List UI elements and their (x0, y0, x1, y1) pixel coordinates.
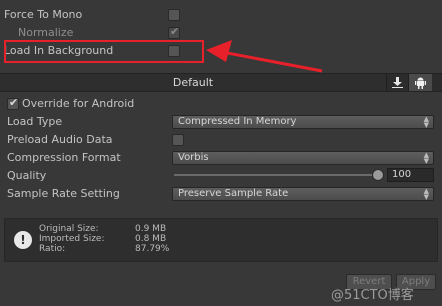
quality-slider-thumb[interactable] (372, 169, 384, 181)
imported-size-label: Imported Size: (39, 234, 105, 244)
quality-input[interactable]: 100 (387, 168, 434, 182)
override-checkbox[interactable] (7, 96, 19, 110)
load-type-value: Compressed In Memory (178, 116, 297, 127)
sample-rate-dropdown[interactable]: Preserve Sample Rate ▲ ▼ (172, 187, 434, 201)
original-size-value: 0.9 MB (135, 224, 167, 234)
dropdown-caret-icon: ▲ ▼ (423, 115, 429, 129)
quality-label: Quality (7, 169, 47, 182)
platform-tab-bar: Default (0, 73, 442, 92)
compression-format-label: Compression Format (7, 151, 121, 164)
sample-rate-label: Sample Rate Setting (7, 187, 120, 200)
tab-default[interactable]: Default (0, 74, 386, 91)
ratio-value: 87.79% (135, 244, 170, 254)
import-info-panel: ! Original Size: 0.9 MB Imported Size: 0… (4, 218, 438, 262)
android-icon[interactable] (408, 74, 432, 91)
sample-rate-value: Preserve Sample Rate (178, 188, 289, 199)
info-icon: ! (14, 231, 32, 249)
original-size-label: Original Size: (39, 224, 99, 234)
dropdown-caret-icon: ▲ ▼ (423, 187, 429, 201)
watermark: @51CTO博客 (331, 288, 414, 303)
load-type-label: Load Type (7, 115, 63, 128)
compression-format-dropdown[interactable]: Vorbis ▲ ▼ (172, 151, 434, 165)
preload-audio-checkbox[interactable] (172, 134, 184, 146)
override-label: Override for Android (22, 97, 135, 110)
imported-size-value: 0.8 MB (135, 234, 167, 244)
load-type-dropdown[interactable]: Compressed In Memory ▲ ▼ (172, 115, 434, 129)
download-icon[interactable] (386, 74, 408, 91)
preload-audio-label: Preload Audio Data (7, 133, 113, 146)
quality-slider-track[interactable] (174, 174, 380, 176)
ratio-label: Ratio: (39, 244, 66, 254)
dropdown-caret-icon: ▲ ▼ (423, 151, 429, 165)
compression-format-value: Vorbis (178, 152, 209, 163)
